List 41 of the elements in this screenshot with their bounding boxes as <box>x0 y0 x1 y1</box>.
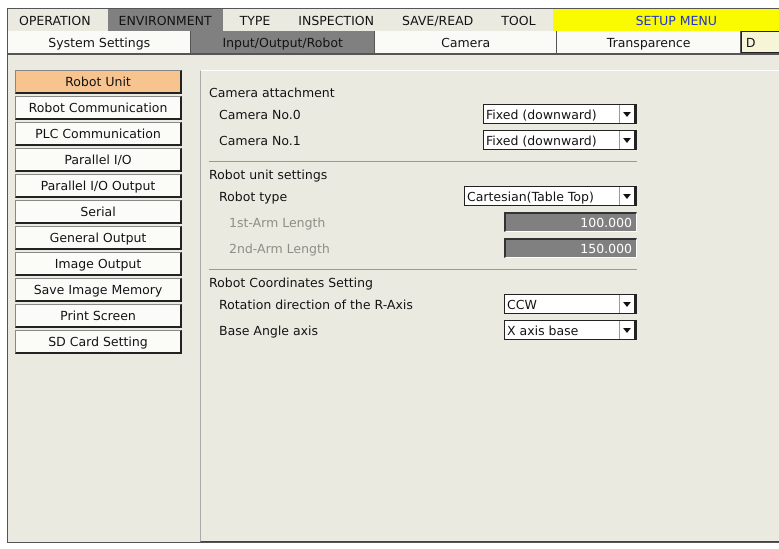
menu-tab[interactable]: TYPE <box>228 9 282 31</box>
field-label: 2nd-Arm Length <box>229 240 330 256</box>
dropdown[interactable]: Fixed (downward) <box>483 104 637 124</box>
sidebar-item[interactable]: Parallel I/O Output <box>15 174 182 198</box>
field-label: Rotation direction of the R-Axis <box>219 296 413 312</box>
field-label: Camera No.1 <box>219 132 301 148</box>
tab[interactable]: D <box>740 31 779 53</box>
sidebar-item[interactable]: General Output <box>15 226 182 250</box>
caret-icon <box>619 295 636 313</box>
menu-tab[interactable]: SAVE/READ <box>390 9 484 31</box>
dropdown[interactable]: Cartesian(Table Top) <box>464 186 637 206</box>
caret-icon <box>619 131 636 149</box>
menu-tab[interactable]: ENVIRONMENT <box>108 9 223 31</box>
setup-menu-button[interactable]: SETUP MENU <box>552 9 779 31</box>
section-title: Robot unit settings <box>209 167 328 182</box>
sidebar-item[interactable]: Save Image Memory <box>15 278 182 302</box>
sidebar-item[interactable]: Parallel I/O <box>15 148 182 172</box>
sidebar-item[interactable]: Image Output <box>15 252 182 276</box>
sidebar-item[interactable]: Serial <box>15 200 182 224</box>
sidebar-item[interactable]: PLC Communication <box>15 122 182 146</box>
menu-tab[interactable]: INSPECTION <box>287 9 385 31</box>
field-label: Robot type <box>219 188 288 204</box>
dropdown[interactable]: CCW <box>504 294 637 314</box>
tab[interactable]: Input/Output/Robot <box>191 31 375 53</box>
caret-icon <box>619 187 636 205</box>
dropdown[interactable]: Fixed (downward) <box>483 130 637 150</box>
field-label: Camera No.0 <box>219 106 301 122</box>
sidebar-item[interactable]: Robot Communication <box>15 96 182 120</box>
field-label: 1st-Arm Length <box>229 214 326 230</box>
field-label: Base Angle axis <box>219 322 318 338</box>
caret-icon <box>619 321 636 339</box>
sidebar-item[interactable]: SD Card Setting <box>15 330 182 354</box>
dropdown[interactable]: X axis base <box>504 320 637 340</box>
tab[interactable]: Camera <box>374 31 558 53</box>
menu-tab[interactable]: TOOL <box>490 9 547 31</box>
sidebar-item[interactable]: Robot Unit <box>15 70 182 94</box>
sidebar-item[interactable]: Print Screen <box>15 304 182 328</box>
section-title: Camera attachment <box>209 85 336 100</box>
section-title: Robot Coordinates Setting <box>209 275 374 290</box>
caret-icon <box>619 105 636 123</box>
menu-tab[interactable]: OPERATION <box>8 9 102 31</box>
